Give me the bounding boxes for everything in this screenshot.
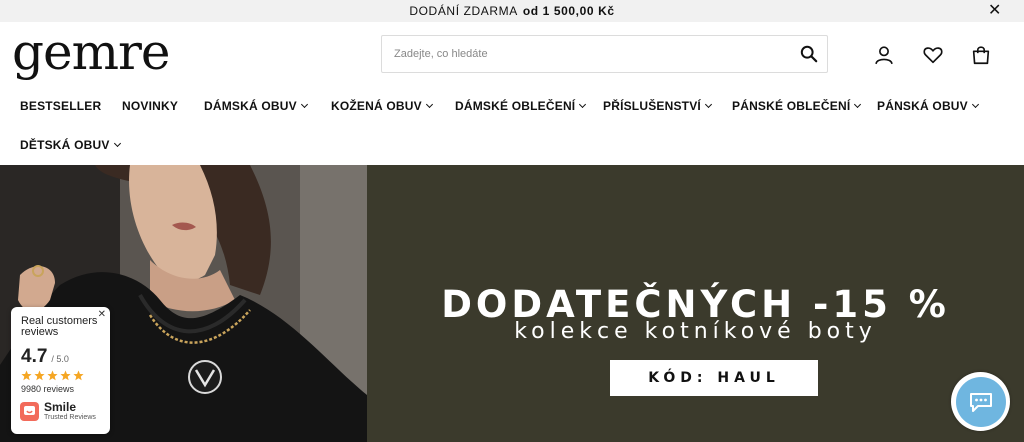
chat-button[interactable] — [951, 372, 1010, 431]
star-icon — [21, 370, 32, 381]
nav-label: NOVINKY — [122, 99, 179, 113]
smile-brand: Smile Trusted Reviews — [20, 401, 96, 422]
chevron-down-icon — [971, 100, 979, 109]
search-icon[interactable] — [800, 45, 818, 63]
reviews-count: 9980 reviews — [21, 384, 75, 394]
smile-brand-name: Smile — [44, 400, 77, 414]
nav-label: BESTSELLER — [20, 99, 102, 113]
nav-label: PŘÍSLUŠENSTVÍ — [603, 99, 701, 113]
chevron-down-icon — [300, 100, 308, 109]
logo[interactable]: gemre — [12, 24, 170, 80]
rating-stars — [21, 370, 110, 381]
heart-icon[interactable] — [922, 44, 944, 66]
nav-label: DÁMSKÁ OBUV — [204, 99, 297, 113]
reviews-heading: Real customers reviews — [21, 315, 98, 338]
chat-bubble-icon — [969, 392, 992, 412]
free-shipping-threshold: od 1 500,00 Kč — [522, 4, 615, 18]
nav-label: PÁNSKÁ OBUV — [877, 99, 968, 113]
nav-item-damske-obleceni[interactable]: DÁMSKÉ OBLEČENÍ — [455, 99, 587, 113]
close-icon[interactable]: ✕ — [98, 309, 106, 320]
search-box — [381, 35, 828, 73]
nav-item-detska-obuv[interactable]: DĚTSKÁ OBUV — [20, 138, 121, 152]
promo-code-button[interactable]: KÓD: HAUL — [610, 360, 818, 396]
nav-label: KOŽENÁ OBUV — [331, 99, 422, 113]
nav-item-prislusenstvi[interactable]: PŘÍSLUŠENSTVÍ — [603, 99, 712, 113]
free-shipping-text: DODÁNÍ ZDARMA — [409, 4, 518, 18]
chevron-down-icon — [113, 139, 121, 148]
nav-item-bestseller[interactable]: BESTSELLER — [20, 99, 101, 113]
promo-panel: DODATEČNÝCH -15 % kolekce kotníkové boty… — [367, 165, 1024, 442]
search-input[interactable] — [382, 36, 782, 72]
nav-item-kozena-obuv[interactable]: KOŽENÁ OBUV — [331, 99, 433, 113]
chevron-down-icon — [579, 100, 587, 109]
nav-label: DĚTSKÁ OBUV — [20, 138, 110, 152]
header: gemre — [0, 22, 1024, 88]
star-icon — [60, 370, 71, 381]
star-icon — [47, 370, 58, 381]
hero-banner[interactable]: DODATEČNÝCH -15 % kolekce kotníkové boty… — [0, 165, 1024, 442]
chevron-down-icon — [425, 100, 433, 109]
smile-brand-sub: Trusted Reviews — [44, 414, 96, 421]
rating: 4.7 / 5.0 — [21, 346, 110, 368]
close-icon[interactable]: ✕ — [988, 2, 1002, 20]
chevron-down-icon — [854, 100, 862, 109]
shopping-bag-icon[interactable] — [970, 44, 992, 66]
nav-item-novinky[interactable]: NOVINKY — [122, 99, 178, 113]
nav-label: DÁMSKÉ OBLEČENÍ — [455, 99, 576, 113]
rating-score: 4.7 — [21, 346, 48, 367]
rating-max: / 5.0 — [51, 354, 69, 364]
nav-item-panska-obuv[interactable]: PÁNSKÁ OBUV — [877, 99, 979, 113]
chevron-down-icon — [704, 100, 712, 109]
smile-logo-icon — [20, 402, 39, 421]
star-icon — [34, 370, 45, 381]
reviews-widget[interactable]: ✕ Real customers reviews 4.7 / 5.0 9980 … — [11, 307, 110, 434]
shipping-bar: DODÁNÍ ZDARMA od 1 500,00 Kč ✕ — [0, 0, 1024, 22]
nav-item-damska-obuv[interactable]: DÁMSKÁ OBUV — [204, 99, 308, 113]
user-icon[interactable] — [873, 44, 895, 66]
promo-subtitle: kolekce kotníkové boty — [514, 319, 877, 344]
nav-item-panske-obleceni[interactable]: PÁNSKÉ OBLEČENÍ — [732, 99, 862, 113]
star-icon — [73, 370, 84, 381]
nav-label: PÁNSKÉ OBLEČENÍ — [732, 99, 851, 113]
main-nav: BESTSELLER NOVINKY DÁMSKÁ OBUV KOŽENÁ OB… — [0, 88, 1024, 165]
